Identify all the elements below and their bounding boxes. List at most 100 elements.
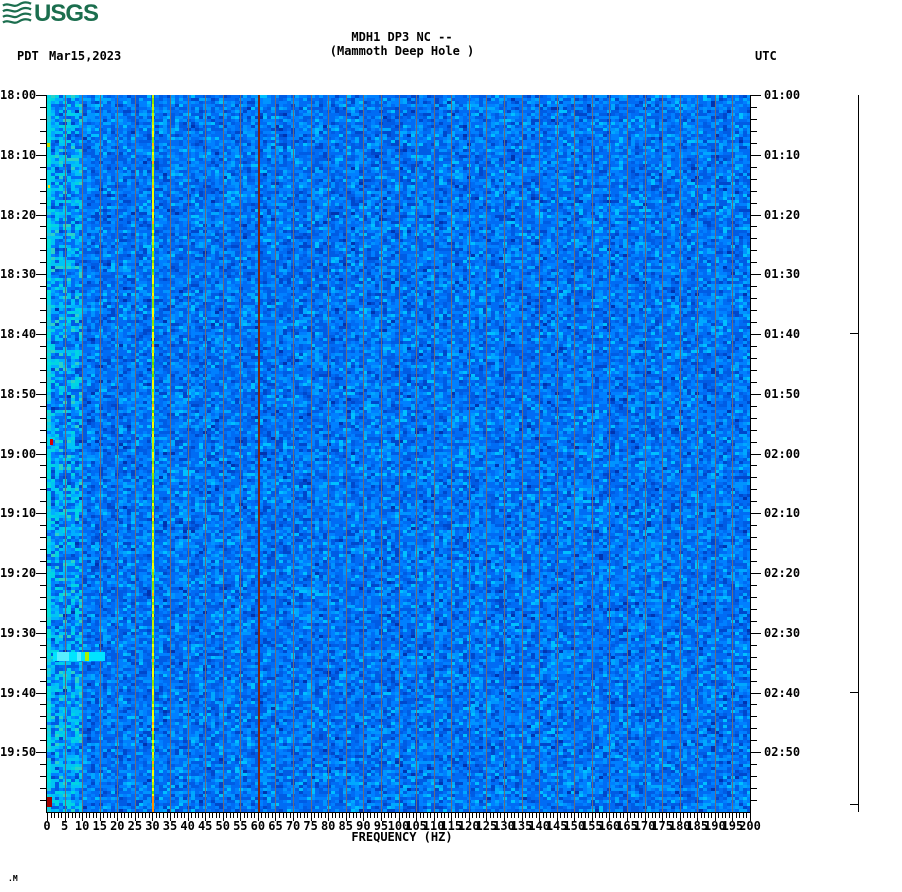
x-axis-tick <box>440 813 442 818</box>
left-axis-tick <box>40 608 47 610</box>
x-axis-tick <box>191 813 193 818</box>
x-axis-tick <box>742 813 744 818</box>
x-axis-tick <box>588 813 590 818</box>
x-axis-tick <box>303 813 305 818</box>
right-axis-tick <box>750 644 757 646</box>
right-axis-tick <box>750 608 757 610</box>
x-axis-tick <box>651 813 653 818</box>
x-axis-tick <box>370 813 372 818</box>
x-axis-tick <box>356 813 358 818</box>
usgs-logo-text: USGS <box>34 0 99 27</box>
usgs-wave-icon <box>2 1 32 24</box>
x-axis-tick <box>570 813 572 818</box>
scale-bar-tick <box>850 804 859 805</box>
x-axis-tick <box>598 813 600 818</box>
right-axis-label: 01:00 <box>764 88 801 102</box>
x-axis-tick <box>113 813 115 818</box>
x-axis-tick <box>331 813 333 818</box>
x-axis-tick <box>141 813 143 818</box>
x-axis-tick <box>676 813 678 818</box>
right-axis-tick <box>750 142 757 144</box>
right-axis-tick <box>750 716 757 718</box>
right-axis-tick <box>750 190 757 192</box>
left-axis-tick <box>36 632 47 634</box>
left-axis-tick <box>40 656 47 658</box>
left-axis-tick <box>40 668 47 670</box>
right-axis-tick <box>750 274 761 276</box>
left-axis-label: 19:10 <box>0 506 37 521</box>
x-axis-tick <box>465 813 467 818</box>
x-axis-tick <box>278 813 280 818</box>
timezone-right-label: UTC <box>755 49 777 63</box>
x-axis-label: 5 <box>60 819 69 833</box>
left-axis-label: 19:50 <box>0 745 37 760</box>
left-axis-tick <box>40 238 47 240</box>
left-axis-tick <box>40 417 47 419</box>
right-axis-tick <box>750 345 757 347</box>
x-axis-tick <box>560 813 562 818</box>
x-axis-tick <box>686 813 688 818</box>
right-axis-tick <box>750 441 757 443</box>
x-axis-tick <box>739 813 741 818</box>
x-axis-tick <box>581 813 583 818</box>
x-axis-tick <box>384 813 386 818</box>
right-axis-tick <box>750 692 761 694</box>
left-axis-tick <box>40 190 47 192</box>
left-axis-tick <box>40 764 47 766</box>
left-axis-label: 18:10 <box>0 147 37 162</box>
x-axis-tick <box>208 813 210 818</box>
chart-subtitle: (Mammoth Deep Hole ) <box>329 44 475 58</box>
right-axis-tick <box>750 800 757 802</box>
right-axis-tick <box>750 477 757 479</box>
x-axis-tick <box>479 813 481 818</box>
x-axis-title: FREQUENCY (HZ) <box>351 830 453 844</box>
left-axis-tick <box>40 740 47 742</box>
date-label: Mar15,2023 <box>49 49 122 63</box>
x-axis-tick <box>458 813 460 818</box>
x-axis-tick <box>57 813 59 818</box>
x-axis-tick <box>71 813 73 818</box>
x-axis-label: 25 <box>127 819 143 833</box>
x-axis-tick <box>387 813 389 818</box>
x-axis-tick <box>394 813 396 818</box>
x-axis-tick <box>454 813 456 818</box>
x-axis-tick <box>352 813 354 818</box>
left-axis-tick <box>36 752 47 754</box>
spectrogram-canvas <box>47 95 750 812</box>
left-axis-tick <box>40 369 47 371</box>
right-axis-tick <box>750 680 757 682</box>
x-axis-tick <box>61 813 63 818</box>
right-axis-tick <box>750 95 761 96</box>
left-axis-tick <box>40 704 47 706</box>
left-axis-tick <box>40 310 47 312</box>
left-axis-label: 19:20 <box>0 566 37 580</box>
x-axis-tick <box>711 813 713 818</box>
x-axis-tick <box>120 813 122 818</box>
left-axis-label: 18:00 <box>0 88 37 102</box>
x-axis-tick <box>444 813 446 818</box>
x-axis-label: 45 <box>197 819 213 833</box>
right-axis-tick <box>750 620 757 622</box>
right-axis-label: 02:20 <box>764 566 801 580</box>
left-axis-tick <box>40 250 47 252</box>
left-axis-tick <box>36 692 47 694</box>
left-axis-tick <box>36 573 47 574</box>
x-axis-tick <box>707 813 709 818</box>
x-axis-tick <box>721 813 723 818</box>
x-axis-tick <box>68 813 70 818</box>
x-axis-tick <box>496 813 498 818</box>
left-axis-tick <box>36 513 47 515</box>
left-axis-tick <box>40 226 47 228</box>
left-axis-label: 18:20 <box>0 207 37 222</box>
left-axis-tick <box>40 489 47 491</box>
x-axis-tick <box>342 813 344 818</box>
x-axis-tick <box>75 813 77 818</box>
left-axis-tick <box>40 405 47 407</box>
x-axis-tick <box>637 813 639 818</box>
left-axis-tick <box>40 202 47 204</box>
left-axis-label: 19:00 <box>0 446 37 461</box>
right-axis-tick <box>750 262 757 264</box>
right-axis-tick <box>750 130 757 132</box>
x-axis-tick <box>307 813 309 818</box>
x-axis-tick <box>672 813 674 818</box>
